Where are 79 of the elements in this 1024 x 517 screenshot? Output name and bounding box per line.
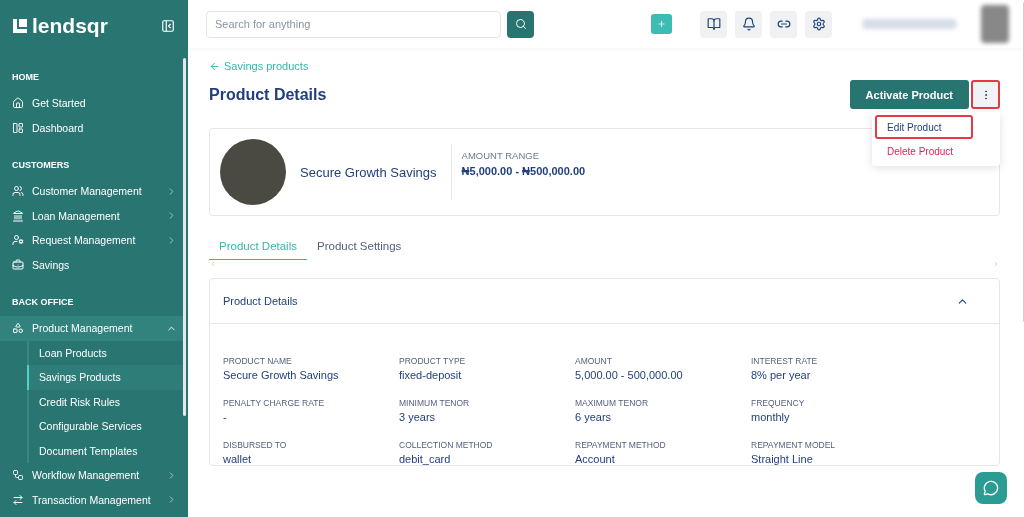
collapse-sidebar-icon[interactable] [161,19,175,33]
sidebar-item[interactable]: Product Management [0,316,183,341]
help-book-button[interactable] [700,10,727,38]
field-label: PRODUCT TYPE [399,356,467,366]
field-label: MAXIMUM TENOR [575,398,650,408]
plus-icon [657,18,666,30]
menu-item[interactable]: Edit Product [875,115,973,139]
settings-button[interactable] [805,10,832,38]
field-value: 6 years [575,411,613,423]
users-icon [12,185,24,198]
section-title: HOME [11,71,40,84]
sidebar-subitem[interactable]: Loan Products [27,340,183,365]
field-label: REPAYMENT METHOD [575,440,667,450]
field-value: Account [575,453,616,465]
field-label: REPAYMENT MODEL [751,440,837,450]
sidebar-item[interactable]: Savings [0,252,183,277]
field-label: DISBURSED TO [223,440,288,450]
avatar-placeholder[interactable] [981,5,1009,43]
field-label: PENALTY CHARGE RATE [223,398,326,408]
field-label: AMOUNT [575,356,613,366]
field-value: - [223,411,228,423]
book-icon [706,17,721,31]
settings-icon [811,17,826,31]
menu-item[interactable]: Delete Product [875,139,973,163]
sidebar-item[interactable]: Request Management [0,228,183,253]
user-gear-icon [12,234,24,247]
field-value: Straight Line [751,453,814,465]
product-name: Secure Growth Savings [300,164,437,180]
field-label: MINIMUM TENOR [399,398,471,408]
sidebar-item[interactable]: Get Started [0,91,183,116]
more-options-button[interactable] [971,80,1000,109]
field-label: INTEREST RATE [751,356,819,366]
bell-icon [741,17,756,31]
dashboard-icon [12,121,24,134]
logo: lendsqr [12,14,108,38]
briefcase-icon [12,258,24,271]
sidebar-subitem[interactable]: Savings Products [27,365,183,390]
sidebar-subitem[interactable]: Credit Risk Rules [27,389,183,414]
search-field[interactable]: Search for anything [206,10,501,38]
field-label: PRODUCT NAME [223,356,293,366]
sidebar-item[interactable]: Customer Management [0,179,183,204]
page-title: Product Details [209,85,327,104]
tab[interactable]: Product Settings [307,236,412,260]
search-icon [514,18,527,30]
panel-title: Product Details [223,295,298,307]
bank-icon [12,209,24,222]
sidebar-subitem[interactable]: Configurable Services [27,414,183,439]
scrollbar[interactable] [183,58,186,416]
field-label: COLLECTION METHOD [399,440,494,450]
arrow-left-icon [209,60,220,72]
field-value: 5,000.00 - 500,000.00 [575,369,684,381]
field-value: fixed-deposit [399,369,463,381]
section-title: CUSTOMERS [11,159,71,172]
home-icon [12,97,24,110]
sidebar-item[interactable]: Transaction Management [0,487,183,512]
field-value: debit_card [399,453,452,465]
section-title: BACK OFFICE [11,296,75,309]
chat-bubble-icon [983,480,999,496]
sidebar-item[interactable]: Loan Management [0,203,183,228]
transfer-icon [12,493,24,506]
field-label: FREQUENCY [751,398,806,408]
amount-range-label: AMOUNT RANGE [461,150,540,161]
field-value: 8% per year [751,369,812,381]
workflow-icon [12,469,24,482]
field-value: monthly [751,411,791,423]
field-value: Secure Growth Savings [223,369,340,381]
link-button[interactable] [770,10,797,38]
notifications-button[interactable] [735,10,762,38]
sidebar-item[interactable]: Dashboard [0,115,183,140]
sidebar-subitem[interactable]: Document Templates [27,438,183,463]
shapes-icon [12,322,24,335]
chat-button[interactable] [975,472,1007,504]
activate-product-button[interactable]: Activate Product [849,80,969,109]
field-value: 3 years [399,411,437,423]
sidebar-item[interactable]: Workflow Management [0,463,183,488]
link-icon [776,17,791,31]
field-value: wallet [223,453,253,465]
search-button[interactable] [507,10,534,38]
amount-range-value: ₦5,000.00 - ₦500,000.00 [461,165,586,177]
